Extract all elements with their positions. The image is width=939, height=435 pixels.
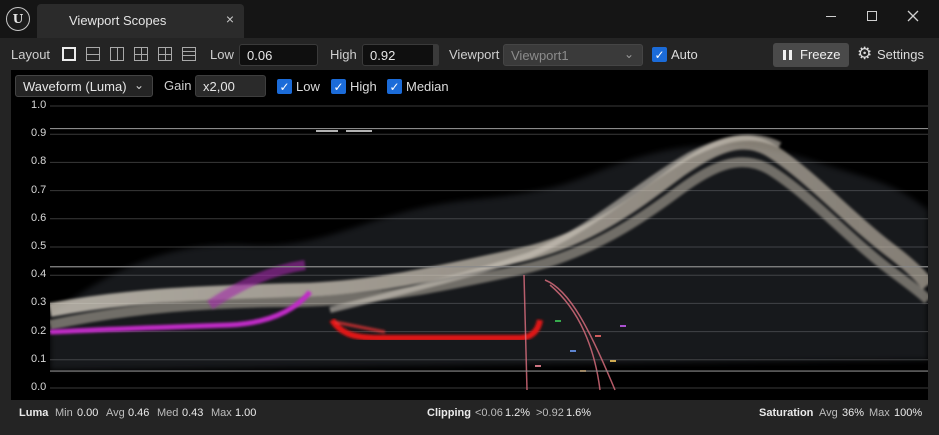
luma-avg-value: 0.46 <box>128 407 150 419</box>
low-line-label: Low <box>296 79 320 94</box>
viewport-label: Viewport <box>449 47 500 62</box>
unreal-logo-icon[interactable]: U <box>6 7 30 31</box>
settings-button[interactable]: ⚙ Settings <box>857 43 929 67</box>
layout-grid-icon[interactable] <box>158 47 172 61</box>
y-tick-label: 0.8 <box>31 155 47 168</box>
gain-input[interactable]: x2,00 <box>195 75 266 97</box>
y-tick-label: 0.5 <box>31 240 47 252</box>
tab-viewport-scopes[interactable]: Viewport Scopes × <box>37 4 244 38</box>
maximize-icon <box>867 11 877 21</box>
sat-avg-label: Avg <box>819 407 838 419</box>
minimize-icon <box>826 15 836 17</box>
freeze-label: Freeze <box>800 47 841 62</box>
y-tick-label: 0.2 <box>31 324 47 337</box>
freeze-button[interactable]: Freeze <box>773 43 849 67</box>
sat-max-value: 100% <box>894 407 923 419</box>
low-checkbox[interactable]: ✓ <box>277 79 292 94</box>
scope-mode-value: Waveform (Luma) <box>23 79 127 94</box>
status-bar: Luma Min 0.00 Avg 0.46 Med 0.43 Max 1.00… <box>0 404 939 426</box>
median-line-label: Median <box>406 79 449 94</box>
clip-high-value: 1.6% <box>566 407 592 419</box>
auto-checkbox[interactable]: ✓ <box>652 47 667 62</box>
layout-vertical-split-icon[interactable] <box>110 47 124 61</box>
luma-med-label: Med <box>157 407 179 419</box>
title-bar: U Viewport Scopes × <box>0 0 939 38</box>
tab-close-icon[interactable]: × <box>226 11 234 27</box>
clipping-label: Clipping <box>427 407 471 419</box>
high-line-label: High <box>350 79 377 94</box>
viewport-value: Viewport1 <box>511 48 569 63</box>
tab-title: Viewport Scopes <box>69 13 167 28</box>
settings-label: Settings <box>877 47 924 62</box>
sat-max-label: Max <box>869 407 890 419</box>
waveform-chart <box>50 105 928 391</box>
sat-avg-value: 36% <box>842 407 865 419</box>
y-tick-label: 0.7 <box>31 183 47 196</box>
scope-mode-dropdown[interactable]: Waveform (Luma) ⌄ <box>15 75 153 97</box>
luma-max-label: Max <box>211 407 232 419</box>
scopes-panel: Layout Low 0.06 High 0.92 Viewport Viewp… <box>0 38 939 435</box>
gain-label: Gain <box>164 78 192 93</box>
chevron-down-icon: ⌄ <box>133 78 144 92</box>
y-tick-label: 1.0 <box>31 99 47 111</box>
minimize-button[interactable] <box>815 4 847 28</box>
pause-icon <box>783 50 792 60</box>
clip-high-label: >0.92 <box>536 407 564 419</box>
layout-label: Layout <box>11 47 51 62</box>
y-tick-label: 0.6 <box>31 211 47 224</box>
layout-horizontal-split-icon[interactable] <box>86 47 100 61</box>
close-window-button[interactable] <box>897 4 929 28</box>
luma-label: Luma <box>19 407 49 419</box>
high-label: High <box>330 47 357 62</box>
scope-options: Waveform (Luma) ⌄ Gain x2,00 ✓ Low ✓ Hig… <box>11 72 928 98</box>
clip-low-label: <0.06 <box>475 407 503 419</box>
luma-avg-label: Avg <box>106 407 125 419</box>
luma-med-value: 0.43 <box>182 407 204 419</box>
layout-rows-icon[interactable] <box>182 47 196 61</box>
maximize-button[interactable] <box>856 4 888 28</box>
high-checkbox[interactable]: ✓ <box>331 79 346 94</box>
chevron-down-icon: ⌄ <box>623 47 634 61</box>
y-tick-label: 0.3 <box>31 296 47 309</box>
close-icon <box>907 10 919 22</box>
auto-label: Auto <box>671 47 698 62</box>
layout-quad-icon[interactable] <box>134 47 148 61</box>
high-threshold-input[interactable]: 0.92 <box>362 44 439 66</box>
y-tick-label: 0.9 <box>31 127 47 140</box>
y-tick-label: 0.4 <box>31 268 47 281</box>
layout-single-icon[interactable] <box>62 47 76 61</box>
saturation-label: Saturation <box>759 407 814 419</box>
luma-min-label: Min <box>55 407 73 419</box>
low-threshold-input[interactable]: 0.06 <box>239 44 318 66</box>
luma-min-value: 0.00 <box>77 407 99 419</box>
y-tick-label: 0.1 <box>31 352 47 365</box>
viewport-dropdown[interactable]: Viewport1 ⌄ <box>503 44 643 66</box>
median-checkbox[interactable]: ✓ <box>387 79 402 94</box>
waveform-scope: Waveform (Luma) ⌄ Gain x2,00 ✓ Low ✓ Hig… <box>11 70 928 400</box>
scope-toolbar: Layout Low 0.06 High 0.92 Viewport Viewp… <box>0 42 939 68</box>
clip-low-value: 1.2% <box>505 407 531 419</box>
low-label: Low <box>210 47 234 62</box>
luma-max-value: 1.00 <box>235 407 257 419</box>
y-tick-label: 0.0 <box>31 381 47 393</box>
gear-icon: ⚙ <box>857 44 873 63</box>
